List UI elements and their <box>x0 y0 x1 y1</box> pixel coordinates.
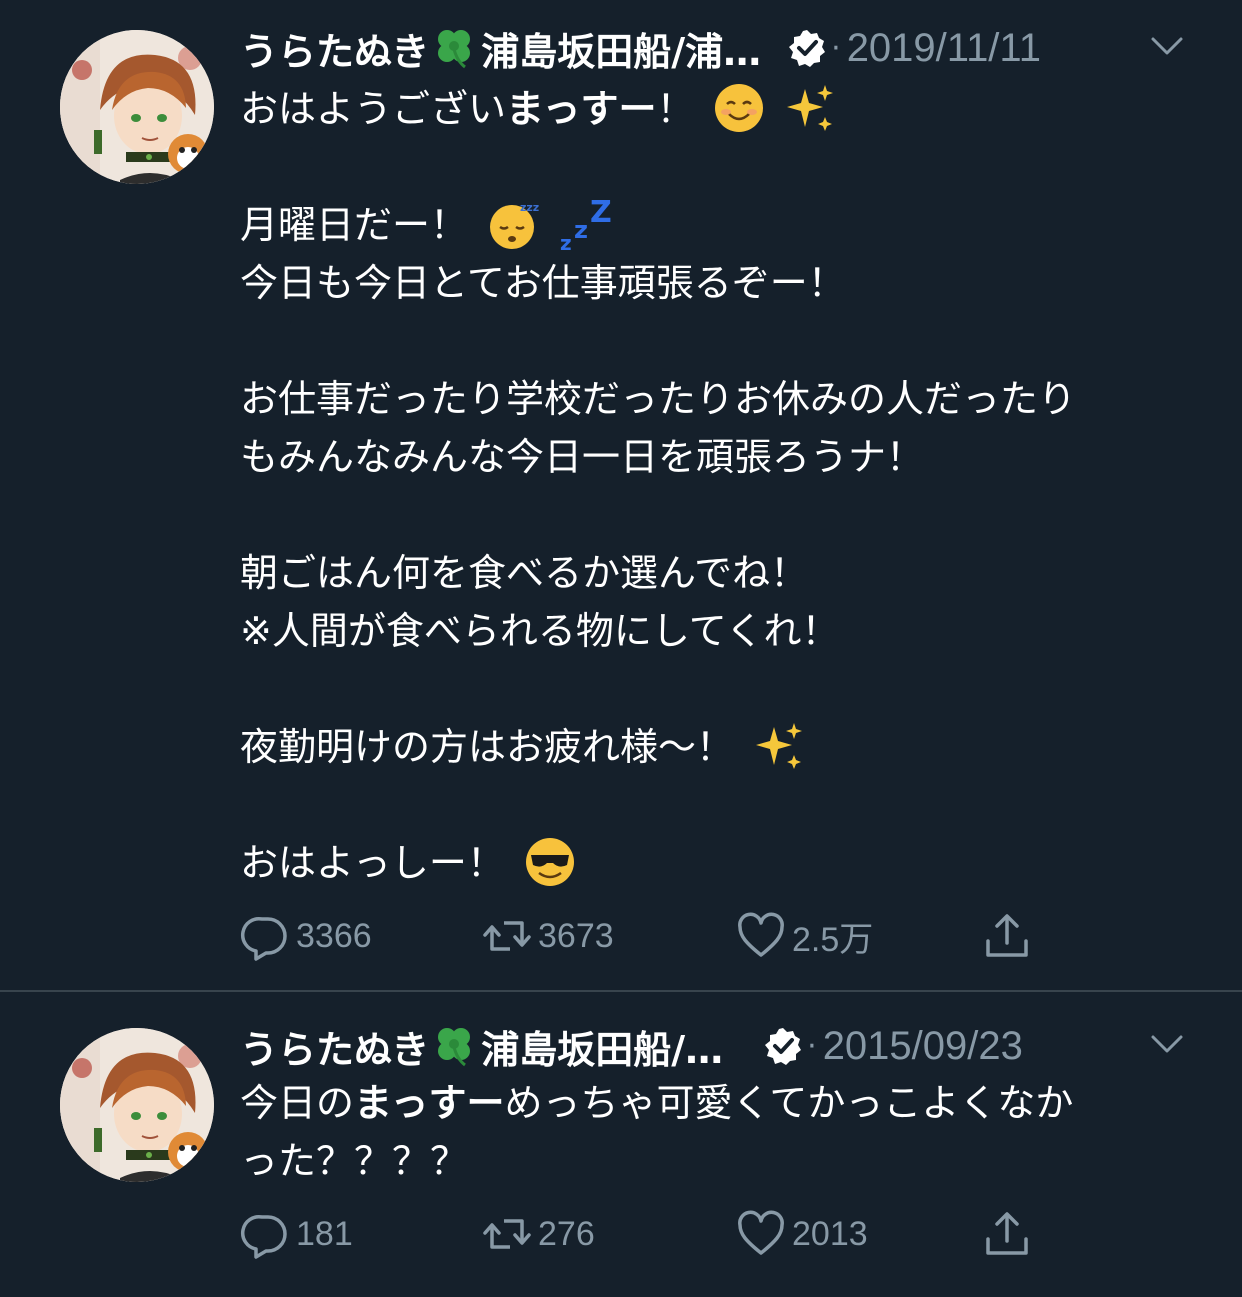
tweet-text: 今日のまっすーめっちゃ可愛くてかっこよくなか った？？？？ <box>240 1074 1200 1190</box>
tweet-text-line: 今日のまっすーめっちゃ可愛くてかっこよくなか <box>240 1074 1200 1132</box>
bold-text-segment: まっすー <box>354 1081 505 1125</box>
share-button[interactable] <box>982 906 1038 966</box>
avatar[interactable] <box>60 1028 214 1182</box>
smiling-face-icon <box>713 82 765 134</box>
separator-dot: · <box>807 1028 817 1064</box>
text-segment: おはようござい <box>240 87 507 131</box>
display-name-suffix[interactable]: 浦島坂田船/浦… <box>481 21 761 76</box>
reply-button[interactable]: 3366 <box>240 906 372 966</box>
retweet-button[interactable]: 3673 <box>482 906 614 966</box>
sparkles-icon <box>783 81 837 135</box>
tweet-text-line: 今日も今日とてお仕事頑張るぞー！ <box>240 261 846 305</box>
tweet-text-line: お仕事だったり学校だったりお休みの人だったり <box>240 377 1077 421</box>
tweet-text-line: 月曜日だー！ zzz z z Z <box>240 194 1200 254</box>
reply-icon <box>240 911 290 961</box>
tweet-text-line: ※人間が食べられる物にしてくれ！ <box>240 609 840 653</box>
retweet-button[interactable]: 276 <box>482 1204 595 1264</box>
reply-icon <box>240 1209 290 1259</box>
tweet-date[interactable]: 2019/11/11 <box>847 26 1041 71</box>
svg-text:z: z <box>560 231 572 254</box>
tweet-text-line: った？？？？ <box>240 1139 469 1183</box>
four-leaf-clover-icon <box>431 25 477 71</box>
tweet-date[interactable]: 2015/09/23 <box>823 1024 1023 1069</box>
heart-icon <box>736 911 786 961</box>
text-segment: 月曜日だー！ <box>240 203 469 247</box>
tweet-actions: 181 276 2013 <box>240 1204 1040 1264</box>
sparkles-icon <box>752 719 806 773</box>
display-name[interactable]: うらたぬき <box>240 21 429 76</box>
text-segment: おはよっしー！ <box>240 841 505 885</box>
verified-badge-icon <box>763 1026 803 1066</box>
reply-count: 3366 <box>296 916 372 955</box>
tweet-header: うらたぬき 浦島坂田船/浦… · 2019/11/11 <box>240 18 1184 78</box>
bold-text-segment: まっすー <box>506 87 657 131</box>
tweet-text-line: おはよっしー！ <box>240 834 1200 892</box>
display-name-suffix[interactable]: 浦島坂田船/… <box>481 1019 723 1074</box>
retweet-count: 3673 <box>538 916 614 955</box>
tweet-text-line: もみんなみんな今日一日を頑張ろうナ！ <box>240 435 925 479</box>
tweet-text-line: 夜勤明けの方はお疲れ様〜！ <box>240 718 1200 776</box>
like-button[interactable]: 2013 <box>736 1204 868 1264</box>
verified-badge-icon <box>787 28 827 68</box>
avatar[interactable] <box>60 30 214 184</box>
tweet-text-line: おはようございまっすー！ <box>240 80 1200 138</box>
tweet-text-line: 朝ごはん何を食べるか選んでね！ <box>240 551 809 595</box>
like-button[interactable]: 2.5万 <box>736 906 873 966</box>
tweet-header: うらたぬき 浦島坂田船/… · 2015/09/23 <box>240 1016 1184 1076</box>
sleeping-face-icon: zzz <box>486 197 540 251</box>
text-segment: めっちゃ可愛くてかっこよくなか <box>504 1081 1074 1125</box>
text-segment: ！ <box>656 87 695 131</box>
chevron-down-icon[interactable] <box>1150 1032 1184 1056</box>
heart-icon <box>736 1209 786 1259</box>
zzz-icon: z z Z <box>558 194 618 254</box>
chevron-down-icon[interactable] <box>1150 34 1184 58</box>
like-count: 2.5万 <box>792 920 874 959</box>
svg-text:Z: Z <box>590 195 612 230</box>
share-button[interactable] <box>982 1204 1038 1264</box>
retweet-icon <box>482 911 532 961</box>
text-segment: 夜勤明けの方はお疲れ様〜！ <box>240 725 735 769</box>
sunglasses-face-icon <box>523 835 577 889</box>
svg-text:z: z <box>574 216 588 244</box>
reply-count: 181 <box>296 1214 353 1253</box>
tweet-actions: 3366 3673 2.5万 <box>240 906 1040 966</box>
reply-button[interactable]: 181 <box>240 1204 353 1264</box>
tweet-text: おはようございまっすー！ 月曜日だー！ zzz z z Z 今日も今日とてお仕事… <box>240 80 1200 892</box>
tweet[interactable]: うらたぬき 浦島坂田船/浦… · 2019/11/11 おはようございまっすー！… <box>0 0 1242 990</box>
retweet-count: 276 <box>538 1214 595 1253</box>
tweet[interactable]: うらたぬき 浦島坂田船/… · 2015/09/23 今日のまっすーめっちゃ可愛… <box>0 992 1242 1297</box>
share-icon <box>982 1209 1032 1259</box>
display-name[interactable]: うらたぬき <box>240 1019 429 1074</box>
separator-dot: · <box>831 30 841 66</box>
retweet-icon <box>482 1209 532 1259</box>
svg-text:zzz: zzz <box>520 201 539 214</box>
text-segment: 今日の <box>240 1081 355 1125</box>
four-leaf-clover-icon <box>431 1023 477 1069</box>
share-icon <box>982 911 1032 961</box>
like-count: 2013 <box>792 1214 868 1253</box>
